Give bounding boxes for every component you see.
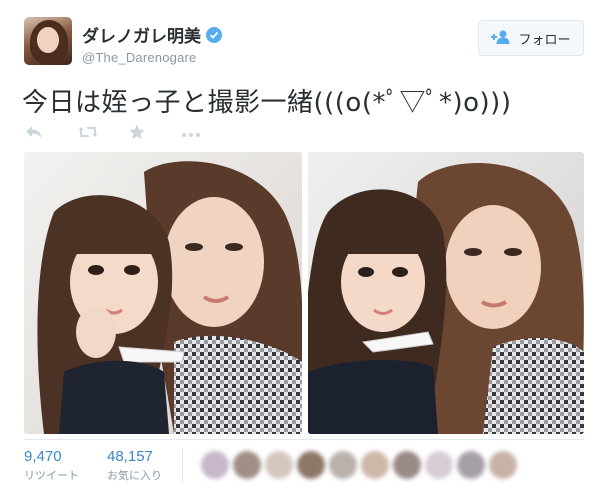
tweet-photo-1[interactable] bbox=[24, 152, 302, 434]
reply-button[interactable] bbox=[25, 124, 77, 144]
favorite-stat[interactable]: 48,157 お気に入り bbox=[107, 448, 162, 483]
favoriter-avatar[interactable] bbox=[489, 451, 517, 479]
photo-icon bbox=[308, 152, 584, 434]
favoriter-avatar[interactable] bbox=[425, 451, 453, 479]
user-names: ダレノガレ明美 @The_Darenogare bbox=[82, 22, 222, 65]
user-avatar[interactable] bbox=[24, 17, 72, 65]
favoriter-avatars bbox=[201, 448, 517, 482]
more-button[interactable] bbox=[181, 124, 233, 144]
stats-divider bbox=[24, 439, 584, 440]
photo-icon bbox=[24, 152, 302, 434]
tweet-stats: 9,470 リツイート 48,157 お気に入り bbox=[24, 448, 517, 483]
screen-name[interactable]: @The_Darenogare bbox=[82, 50, 222, 65]
favoriter-avatar[interactable] bbox=[393, 451, 421, 479]
more-icon bbox=[181, 125, 201, 143]
favoriter-avatar[interactable] bbox=[233, 451, 261, 479]
favoriter-avatar[interactable] bbox=[201, 451, 229, 479]
favorite-label: お気に入り bbox=[107, 470, 162, 482]
display-name-row[interactable]: ダレノガレ明美 bbox=[82, 22, 222, 47]
follow-button-label: フォロー bbox=[518, 31, 571, 47]
favoriter-avatar[interactable] bbox=[329, 451, 357, 479]
verified-badge-icon bbox=[206, 26, 222, 43]
retweet-icon bbox=[77, 125, 99, 144]
follow-button[interactable]: フォロー bbox=[478, 20, 584, 56]
display-name[interactable]: ダレノガレ明美 bbox=[82, 22, 201, 47]
favoriter-avatar[interactable] bbox=[361, 451, 389, 479]
favoriter-avatar[interactable] bbox=[265, 451, 293, 479]
tweet-actions bbox=[25, 124, 233, 144]
stats-separator bbox=[182, 448, 183, 482]
reply-icon bbox=[25, 125, 43, 144]
tweet-photo-2[interactable] bbox=[308, 152, 584, 434]
favorite-count: 48,157 bbox=[107, 448, 153, 465]
tweet-text: 今日は姪っ子と撮影一緒(((o(*ﾟ▽ﾟ*)o))) bbox=[22, 88, 512, 118]
retweet-label: リツイート bbox=[24, 470, 79, 482]
add-user-icon bbox=[491, 30, 511, 47]
favoriter-avatar[interactable] bbox=[457, 451, 485, 479]
favorite-button[interactable] bbox=[129, 124, 181, 144]
retweet-stat[interactable]: 9,470 リツイート bbox=[24, 448, 79, 483]
retweet-button[interactable] bbox=[77, 124, 129, 144]
favoriter-avatar[interactable] bbox=[297, 451, 325, 479]
star-icon bbox=[129, 124, 145, 145]
retweet-count: 9,470 bbox=[24, 448, 62, 465]
